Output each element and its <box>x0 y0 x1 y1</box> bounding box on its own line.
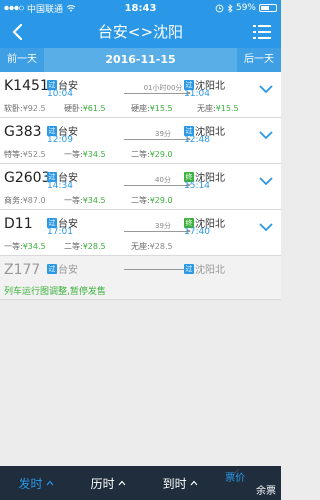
seat-price: 硬卧:¥61.5 <box>64 104 106 113</box>
train-number: G2603 <box>4 170 51 186</box>
train-number: G383 <box>4 124 42 140</box>
duration-arrow <box>124 137 191 141</box>
train-row[interactable]: D11 过 台安 17:01 39分 终 沈阳北 17:40 一等:¥34.5 … <box>0 210 281 256</box>
terminal-badge: 终 <box>184 171 194 182</box>
sort-tab-bar: 发时 历时 到时 票价 余票 <box>0 466 281 500</box>
arrival-time: 11:04 <box>184 89 210 99</box>
chevron-up-icon <box>46 480 53 486</box>
duration-arrow <box>124 267 191 271</box>
pass-badge: 过 <box>184 79 194 90</box>
seat-price: 一等:¥34.5 <box>4 242 46 251</box>
bluetooth-icon <box>227 3 233 13</box>
arrival-station: 过 沈阳北 <box>184 261 225 276</box>
chevron-up-icon <box>190 480 198 486</box>
train-number: K1451 <box>4 78 49 94</box>
arrival-station-name: 沈阳北 <box>195 265 225 276</box>
arrival-time: 12:48 <box>184 135 210 145</box>
battery-icon <box>259 4 277 12</box>
sort-by-depart-tab[interactable]: 发时 <box>0 466 72 500</box>
train-row-suspended: Z177 过 台安 过 沈阳北 列车运行图调整,暂停发售 <box>0 256 281 300</box>
departure-station-name: 台安 <box>58 265 78 276</box>
departure-time: 10:04 <box>47 89 73 99</box>
divider-slash <box>233 469 239 475</box>
date-bar: 前一天 2016-11-15 后一天 <box>0 48 281 72</box>
terminal-badge: 终 <box>184 217 194 228</box>
pass-badge: 过 <box>47 79 57 90</box>
seat-price: 商务:¥87.0 <box>4 196 46 205</box>
sort-by-price-remaining-tab[interactable]: 票价 余票 <box>216 466 281 500</box>
duration-arrow <box>124 229 191 233</box>
seat-price: 软卧:¥92.5 <box>4 104 46 113</box>
departure-time: 12:09 <box>47 135 73 145</box>
seat-price: 一等:¥34.5 <box>64 150 106 159</box>
seat-price: 二等:¥29.0 <box>131 150 173 159</box>
train-row[interactable]: G383 过 台安 12:09 39分 过 沈阳北 12:48 特等:¥52.5… <box>0 118 281 164</box>
seat-price: 特等:¥52.5 <box>4 150 46 159</box>
tab-label: 发时 <box>18 476 43 491</box>
arrival-time: 15:14 <box>184 181 210 191</box>
departure-station: 过 台安 <box>47 261 78 276</box>
train-number: D11 <box>4 216 33 232</box>
battery-percent: 59% <box>235 3 256 13</box>
menu-list-icon[interactable] <box>253 24 271 40</box>
seat-price: 一等:¥34.5 <box>64 196 106 205</box>
suspension-notice: 列车运行图调整,暂停发售 <box>4 287 106 297</box>
seat-price: 二等:¥28.5 <box>64 242 106 251</box>
pass-badge: 过 <box>47 217 57 228</box>
pass-badge: 过 <box>184 125 194 136</box>
train-list: K1451 过 台安 10:04 01小时00分 过 沈阳北 11:04 软卧:… <box>0 72 281 300</box>
nav-bar: 台安<>沈阳 <box>0 16 281 48</box>
seat-prices: 软卧:¥92.5 硬卧:¥61.5 硬座:¥15.5 无座:¥15.5 <box>4 103 274 115</box>
seat-prices: 商务:¥87.0 一等:¥34.5 二等:¥29.0 <box>4 195 274 207</box>
pass-badge: 过 <box>47 171 57 182</box>
next-day-button[interactable]: 后一天 <box>237 48 281 72</box>
duration-arrow <box>124 183 191 187</box>
pass-badge: 过 <box>47 263 57 274</box>
train-row[interactable]: K1451 过 台安 10:04 01小时00分 过 沈阳北 11:04 软卧:… <box>0 72 281 118</box>
tab-label: 到时 <box>162 476 187 491</box>
sort-by-arrive-tab[interactable]: 到时 <box>144 466 216 500</box>
arrival-time: 17:40 <box>184 227 210 237</box>
train-row[interactable]: G2603 过 台安 14:34 40分 终 沈阳北 15:14 商务:¥87.… <box>0 164 281 210</box>
chevron-down-icon[interactable] <box>259 84 273 94</box>
train-number: Z177 <box>4 262 41 278</box>
seat-price: 二等:¥29.0 <box>131 196 173 205</box>
seat-prices: 特等:¥52.5 一等:¥34.5 二等:¥29.0 <box>4 149 274 161</box>
seat-price: 硬座:¥15.5 <box>131 104 173 113</box>
chevron-down-icon[interactable] <box>259 130 273 140</box>
tab-label: 历时 <box>90 476 115 491</box>
seat-price: 无座:¥15.5 <box>197 104 239 113</box>
seat-price: 无座:¥28.5 <box>131 242 173 251</box>
sort-by-duration-tab[interactable]: 历时 <box>72 466 144 500</box>
pass-badge: 过 <box>184 263 194 274</box>
pass-badge: 过 <box>47 125 57 136</box>
route-title: 台安<>沈阳 <box>97 23 184 41</box>
chevron-down-icon[interactable] <box>259 222 273 232</box>
seat-prices: 一等:¥34.5 二等:¥28.5 无座:¥28.5 <box>4 241 274 253</box>
chevron-down-icon[interactable] <box>259 176 273 186</box>
alarm-icon <box>215 4 224 12</box>
departure-time: 17:01 <box>47 227 73 237</box>
prev-day-button[interactable]: 前一天 <box>0 48 44 72</box>
remaining-label: 余票 <box>255 486 276 497</box>
status-bar: 中国联通 18:43 59% <box>0 0 281 16</box>
chevron-up-icon <box>118 480 126 486</box>
duration-arrow <box>124 91 191 95</box>
departure-time: 14:34 <box>47 181 73 191</box>
